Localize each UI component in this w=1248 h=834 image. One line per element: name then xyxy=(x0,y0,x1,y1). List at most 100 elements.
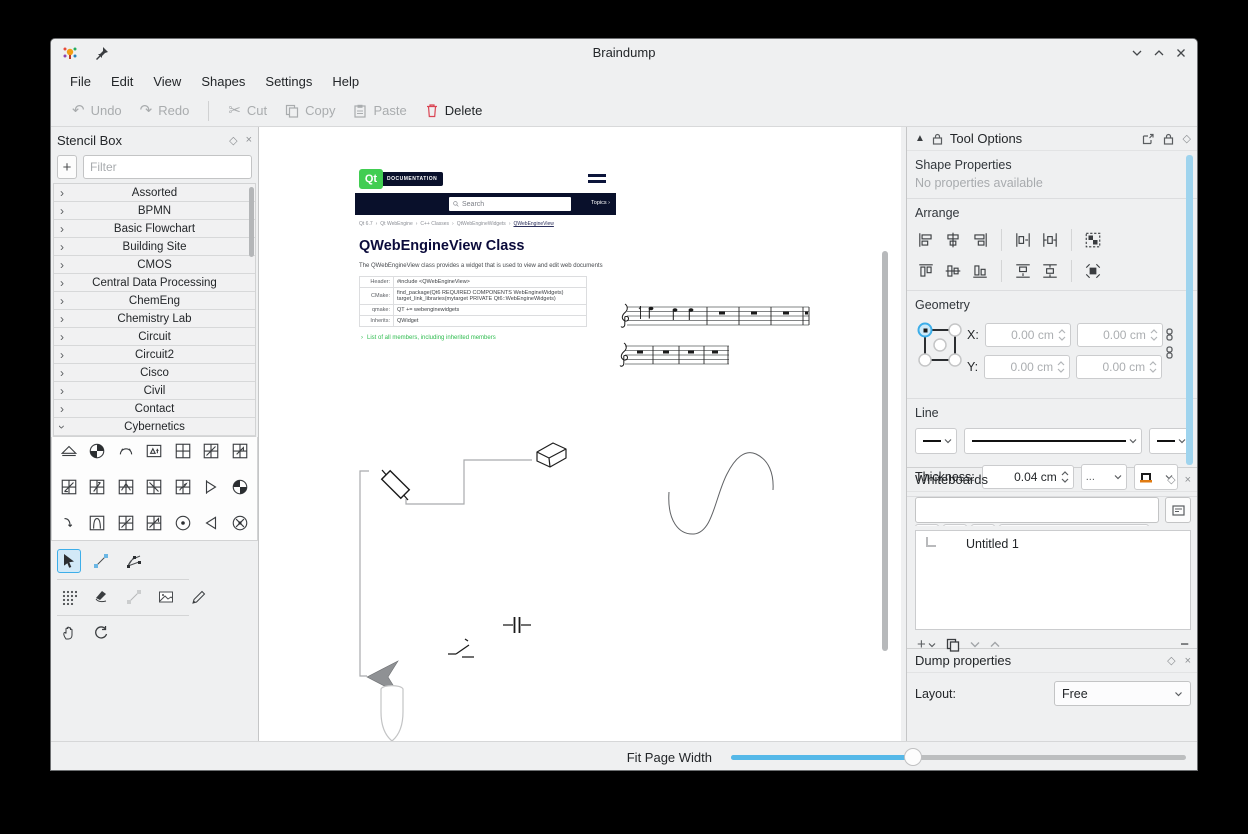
stencil-saturating-block[interactable] xyxy=(56,440,82,462)
stencil-crossed-box-5[interactable] xyxy=(113,476,139,498)
grid-tool-button[interactable] xyxy=(57,585,81,609)
align-hcenter-button[interactable] xyxy=(944,231,962,249)
redo-button[interactable]: ↷ Redo xyxy=(131,98,199,123)
stencil-category-chemeng[interactable]: ›ChemEng xyxy=(54,292,255,310)
undo-button[interactable]: ↶ Undo xyxy=(63,98,131,123)
wire-elbow-right[interactable] xyxy=(406,460,532,504)
bullet-gate-shape[interactable] xyxy=(381,686,403,741)
stencil-small-arc[interactable] xyxy=(56,512,82,534)
stencil-category-central-data-processing[interactable]: ›Central Data Processing xyxy=(54,274,255,292)
stencil-crossed-box-1[interactable] xyxy=(198,440,224,462)
move-down-button[interactable] xyxy=(970,641,980,648)
link-aspect-icon[interactable] xyxy=(1165,346,1174,359)
stencil-sector-circle[interactable] xyxy=(227,476,253,498)
stencil-category-civil[interactable]: ›Civil xyxy=(54,382,255,400)
menu-shapes[interactable]: Shapes xyxy=(192,70,254,93)
cut-button[interactable]: ✂ Cut xyxy=(219,98,276,123)
whiteboard-item[interactable]: Untitled 1 xyxy=(916,531,1190,551)
link-aspect-icon[interactable] xyxy=(1165,328,1174,341)
calligraphy-tool-button[interactable] xyxy=(89,585,113,609)
stencil-category-circuit2[interactable]: ›Circuit2 xyxy=(54,346,255,364)
image-tool-button[interactable] xyxy=(154,585,178,609)
maximize-button[interactable] xyxy=(1151,45,1167,61)
pan-tool-button[interactable] xyxy=(57,621,81,645)
add-stencil-button[interactable]: + xyxy=(57,155,77,179)
select-tool-button[interactable] xyxy=(57,549,81,573)
collapse-icon[interactable]: ▲ xyxy=(915,133,925,144)
titlebar[interactable]: Braindump xyxy=(51,39,1197,67)
align-vcenter-button[interactable] xyxy=(944,262,962,280)
menu-settings[interactable]: Settings xyxy=(256,70,321,93)
stencil-delta-t-box[interactable] xyxy=(141,440,167,462)
switch-shape[interactable] xyxy=(448,639,474,657)
float-docker-icon[interactable]: ◇ xyxy=(229,134,237,147)
menu-edit[interactable]: Edit xyxy=(102,70,142,93)
stencil-x-circle[interactable] xyxy=(227,512,253,534)
wire-elbow-left[interactable] xyxy=(360,471,369,676)
stencil-category-bpmn[interactable]: ›BPMN xyxy=(54,202,255,220)
align-right-button[interactable] xyxy=(971,231,989,249)
menu-file[interactable]: File xyxy=(61,70,100,93)
minimize-button[interactable] xyxy=(1129,45,1145,61)
stencil-category-contact[interactable]: ›Contact xyxy=(54,400,255,418)
stencil-vee-box[interactable] xyxy=(84,512,110,534)
stencil-right-triangle-gate[interactable] xyxy=(198,476,224,498)
align-left-button[interactable] xyxy=(917,231,935,249)
stencil-crossed-box-3[interactable] xyxy=(56,476,82,498)
distribute-h-left-button[interactable] xyxy=(1014,231,1032,249)
connect-tool-button[interactable] xyxy=(89,549,113,573)
whiteboard-name-apply-button[interactable] xyxy=(1165,497,1191,523)
lock-icon[interactable] xyxy=(1163,133,1174,145)
stencil-crossed-box-squiggle[interactable] xyxy=(170,476,196,498)
stencil-category-chemistry-lab[interactable]: ›Chemistry Lab xyxy=(54,310,255,328)
menu-help[interactable]: Help xyxy=(323,70,368,93)
stencil-category-cybernetics[interactable]: ›Cybernetics xyxy=(54,418,255,436)
stencil-category-circuit[interactable]: ›Circuit xyxy=(54,328,255,346)
sine-curve-shape[interactable] xyxy=(669,453,773,534)
align-top-button[interactable] xyxy=(917,262,935,280)
menu-view[interactable]: View xyxy=(144,70,190,93)
align-bottom-button[interactable] xyxy=(971,262,989,280)
close-docker-icon[interactable]: × xyxy=(1185,655,1191,667)
undock-icon[interactable] xyxy=(1142,133,1154,145)
distribute-v-top-button[interactable] xyxy=(1014,262,1032,280)
stencil-category-cisco[interactable]: ›Cisco xyxy=(54,364,255,382)
stencil-sum-junction-box[interactable] xyxy=(170,440,196,462)
stencil-crossed-box-6[interactable] xyxy=(141,476,167,498)
stencil-category-cmos[interactable]: ›CMOS xyxy=(54,256,255,274)
delete-button[interactable]: Delete xyxy=(416,98,492,123)
close-docker-icon[interactable]: × xyxy=(246,134,252,146)
zoom-slider[interactable] xyxy=(731,755,1186,760)
height-spinbox[interactable]: 0.00 cm xyxy=(1076,355,1162,379)
connector-tool-button[interactable] xyxy=(122,585,146,609)
stencil-crossed-box-4[interactable] xyxy=(84,476,110,498)
copy-button[interactable]: Copy xyxy=(276,98,344,123)
ungroup-button[interactable] xyxy=(1084,262,1102,280)
float-docker-icon[interactable]: ◇ xyxy=(1183,132,1191,145)
stencil-filter-input[interactable] xyxy=(83,155,252,179)
width-spinbox[interactable]: 0.00 cm xyxy=(1077,323,1163,347)
pencil-tool-button[interactable] xyxy=(187,585,211,609)
float-docker-icon[interactable]: ◇ xyxy=(1167,473,1175,486)
box-3d-shape[interactable] xyxy=(537,443,566,467)
whiteboard-canvas[interactable]: Qt DOCUMENTATION Search Topics › Qt 6.7›… xyxy=(259,127,901,741)
distribute-v-center-button[interactable] xyxy=(1041,262,1059,280)
tool-options-scrollbar[interactable] xyxy=(1186,155,1193,465)
stencil-category-assorted[interactable]: ›Assorted xyxy=(54,184,255,202)
stencil-category-basic-flowchart[interactable]: ›Basic Flowchart xyxy=(54,220,255,238)
canvas-vertical-scrollbar[interactable] xyxy=(882,251,888,651)
whiteboard-name-input[interactable] xyxy=(915,497,1159,523)
stencil-list-scrollbar[interactable] xyxy=(249,187,254,257)
line-style-dropdown[interactable] xyxy=(964,428,1142,454)
close-docker-icon[interactable]: × xyxy=(1185,474,1191,486)
float-docker-icon[interactable]: ◇ xyxy=(1167,654,1175,667)
line-end-marker-dropdown[interactable] xyxy=(1149,428,1191,454)
zoom-tool-button[interactable] xyxy=(89,621,113,645)
anchor-selector[interactable] xyxy=(917,322,963,368)
x-position-spinbox[interactable]: 0.00 cm xyxy=(985,323,1071,347)
whiteboards-list[interactable]: Untitled 1 xyxy=(915,530,1191,630)
resistor-shape[interactable] xyxy=(382,470,410,500)
distribute-h-center-button[interactable] xyxy=(1041,231,1059,249)
group-button[interactable] xyxy=(1084,231,1102,249)
stencil-dot-circle[interactable] xyxy=(170,512,196,534)
